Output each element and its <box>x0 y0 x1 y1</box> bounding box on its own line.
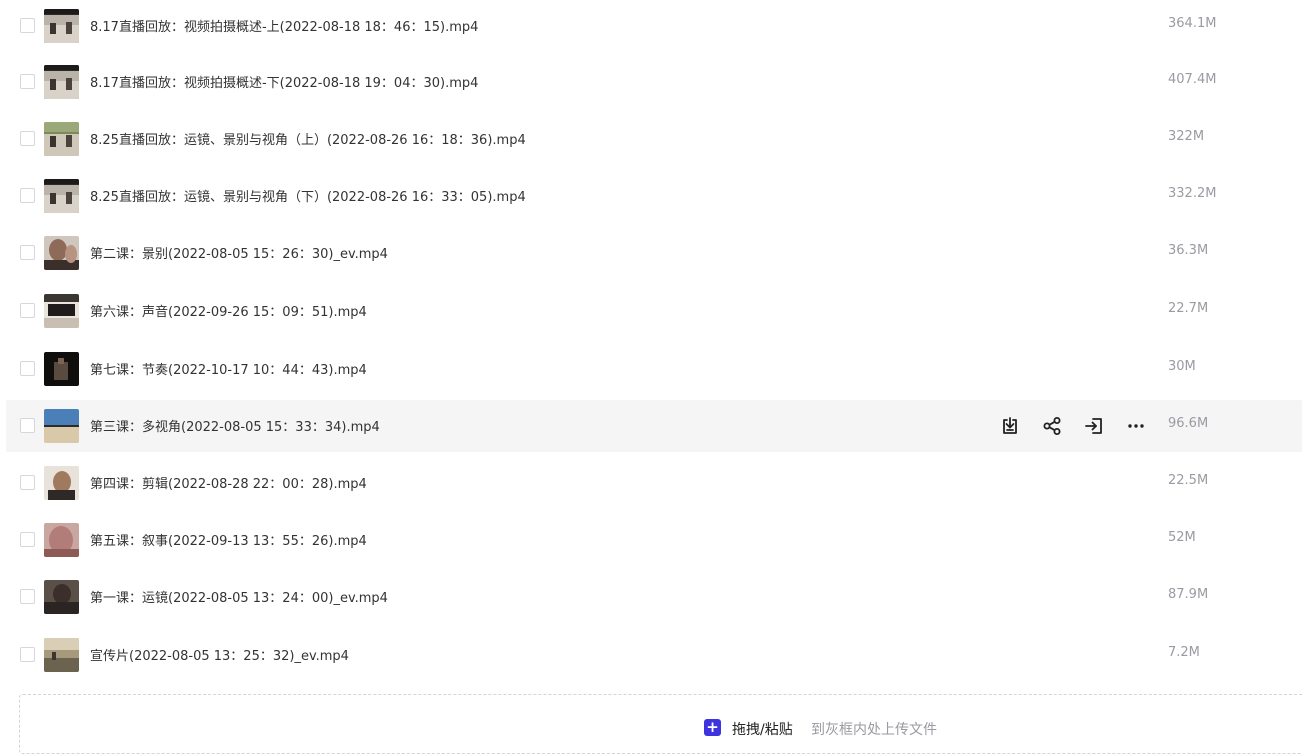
file-name[interactable]: 8.25直播回放：运镜、景别与视角（下）(2022-08-26 16：33：05… <box>90 186 526 205</box>
file-row[interactable]: 8.25直播回放：运镜、景别与视角（上）(2022-08-26 16：18：36… <box>6 113 1302 165</box>
row-checkbox[interactable] <box>20 532 35 547</box>
row-checkbox[interactable] <box>20 418 35 433</box>
file-name[interactable]: 第七课：节奏(2022-10-17 10：44：43).mp4 <box>90 359 367 378</box>
file-name[interactable]: 8.17直播回放：视频拍摄概述-下(2022-08-18 19：04：30).m… <box>90 72 478 91</box>
file-name[interactable]: 第六课：声音(2022-09-26 15：09：51).mp4 <box>90 301 367 320</box>
row-checkbox[interactable] <box>20 647 35 662</box>
row-checkbox[interactable] <box>20 188 35 203</box>
file-size: 96.6M <box>1168 416 1209 431</box>
file-row[interactable]: 第三课：多视角(2022-08-05 15：33：34).mp4 96.6M <box>6 400 1302 452</box>
more-icon[interactable] <box>1124 414 1148 438</box>
file-size: 52M <box>1168 530 1196 545</box>
row-checkbox[interactable] <box>20 589 35 604</box>
video-thumbnail[interactable] <box>44 294 79 328</box>
plus-icon[interactable]: + <box>704 719 721 736</box>
row-checkbox[interactable] <box>20 18 35 33</box>
file-name[interactable]: 8.17直播回放：视频拍摄概述-上(2022-08-18 18：46：15).m… <box>90 16 478 35</box>
video-thumbnail[interactable] <box>44 638 79 672</box>
row-checkbox[interactable] <box>20 131 35 146</box>
upload-main-label[interactable]: 拖拽/粘贴 <box>732 719 793 739</box>
file-size: 322M <box>1168 129 1205 144</box>
row-checkbox[interactable] <box>20 475 35 490</box>
row-checkbox[interactable] <box>20 303 35 318</box>
file-row[interactable]: 第五课：叙事(2022-09-13 13：55：26).mp4 52M <box>6 514 1302 566</box>
upload-dropzone[interactable] <box>19 694 1302 754</box>
video-thumbnail[interactable] <box>44 122 79 156</box>
file-size: 332.2M <box>1168 186 1217 201</box>
move-icon[interactable] <box>1082 414 1106 438</box>
file-name[interactable]: 第四课：剪辑(2022-08-28 22：00：28).mp4 <box>90 473 367 492</box>
file-name[interactable]: 第一课：运镜(2022-08-05 13：24：00)_ev.mp4 <box>90 587 388 606</box>
file-size: 22.7M <box>1168 301 1209 316</box>
row-checkbox[interactable] <box>20 361 35 376</box>
file-row[interactable]: 8.25直播回放：运镜、景别与视角（下）(2022-08-26 16：33：05… <box>6 170 1302 222</box>
video-thumbnail[interactable] <box>44 179 79 213</box>
file-row[interactable]: 第四课：剪辑(2022-08-28 22：00：28).mp4 22.5M <box>6 457 1302 509</box>
file-name[interactable]: 8.25直播回放：运镜、景别与视角（上）(2022-08-26 16：18：36… <box>90 129 526 148</box>
video-thumbnail[interactable] <box>44 523 79 557</box>
file-size: 30M <box>1168 359 1196 374</box>
video-thumbnail[interactable] <box>44 466 79 500</box>
file-row[interactable]: 第二课：景别(2022-08-05 15：26：30)_ev.mp4 36.3M <box>6 227 1302 279</box>
file-row[interactable]: 第七课：节奏(2022-10-17 10：44：43).mp4 30M <box>6 343 1302 395</box>
file-size: 87.9M <box>1168 587 1209 602</box>
file-name[interactable]: 第二课：景别(2022-08-05 15：26：30)_ev.mp4 <box>90 243 388 262</box>
file-row[interactable]: 宣传片(2022-08-05 13：25：32)_ev.mp4 7.2M <box>6 629 1302 681</box>
video-thumbnail[interactable] <box>44 580 79 614</box>
file-size: 7.2M <box>1168 645 1200 660</box>
file-size: 364.1M <box>1168 16 1217 31</box>
download-icon[interactable] <box>998 414 1022 438</box>
file-name[interactable]: 宣传片(2022-08-05 13：25：32)_ev.mp4 <box>90 645 349 664</box>
video-thumbnail[interactable] <box>44 409 79 443</box>
file-name[interactable]: 第五课：叙事(2022-09-13 13：55：26).mp4 <box>90 530 367 549</box>
video-thumbnail[interactable] <box>44 236 79 270</box>
file-row[interactable]: 第一课：运镜(2022-08-05 13：24：00)_ev.mp4 87.9M <box>6 571 1302 623</box>
file-row[interactable]: 8.17直播回放：视频拍摄概述-下(2022-08-18 19：04：30).m… <box>6 56 1302 108</box>
video-thumbnail[interactable] <box>44 352 79 386</box>
upload-hint-label: 到灰框内处上传文件 <box>811 722 937 738</box>
share-icon[interactable] <box>1040 414 1064 438</box>
video-thumbnail[interactable] <box>44 65 79 99</box>
file-size: 22.5M <box>1168 473 1209 488</box>
row-checkbox[interactable] <box>20 245 35 260</box>
file-size: 36.3M <box>1168 243 1209 258</box>
file-name[interactable]: 第三课：多视角(2022-08-05 15：33：34).mp4 <box>90 416 380 435</box>
video-thumbnail[interactable] <box>44 9 79 43</box>
row-checkbox[interactable] <box>20 74 35 89</box>
file-row[interactable]: 第六课：声音(2022-09-26 15：09：51).mp4 22.7M <box>6 285 1302 337</box>
file-size: 407.4M <box>1168 72 1217 87</box>
file-row[interactable]: 8.17直播回放：视频拍摄概述-上(2022-08-18 18：46：15).m… <box>6 0 1302 52</box>
